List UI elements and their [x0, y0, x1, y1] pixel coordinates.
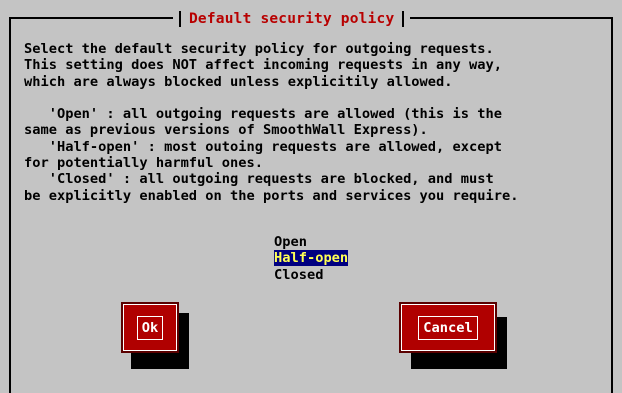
description-line: 'Closed' : all outgoing requests are blo…	[24, 171, 494, 188]
description-line: 'Open' : all outgoing requests are allow…	[24, 106, 502, 123]
description-line: which are always blocked unless explicit…	[24, 73, 453, 90]
option-label: Half-open	[274, 250, 349, 267]
description-line: Select the default security policy for o…	[24, 41, 494, 57]
title-bracket-right	[402, 11, 405, 27]
description-line: be explicitly enabled on the ports and s…	[24, 187, 519, 204]
ok-button-label: Ok	[136, 315, 164, 340]
cancel-button[interactable]: Cancel	[399, 302, 497, 353]
description-line	[24, 90, 609, 106]
policy-option-half-open[interactable]: Half-open	[274, 250, 349, 267]
dialog-title: Default security policy	[189, 11, 395, 27]
cancel-button-label: Cancel	[418, 315, 478, 340]
policy-option-list[interactable]: Open Half-open Closed	[274, 234, 349, 283]
dialog-title-bar: Default security policy	[173, 8, 411, 30]
dialog-border-right	[611, 17, 613, 393]
ok-button[interactable]: Ok	[121, 302, 179, 353]
dialog-border-left	[9, 17, 11, 393]
policy-option-closed[interactable]: Closed	[274, 267, 348, 283]
description-line: for potentially harmful ones.	[24, 155, 263, 172]
installer-screen: Default security policy Select the defau…	[0, 0, 622, 393]
description-line: same as previous versions of SmoothWall …	[24, 122, 428, 139]
description-line: 'Half-open' : most outoing requests are …	[24, 138, 502, 155]
policy-option-open[interactable]: Open	[274, 234, 348, 250]
option-label: Open	[274, 234, 307, 250]
description-line: This setting does NOT affect incoming re…	[24, 57, 502, 74]
option-label: Closed	[274, 266, 324, 283]
policy-description: Select the default security policy for o…	[24, 41, 609, 204]
